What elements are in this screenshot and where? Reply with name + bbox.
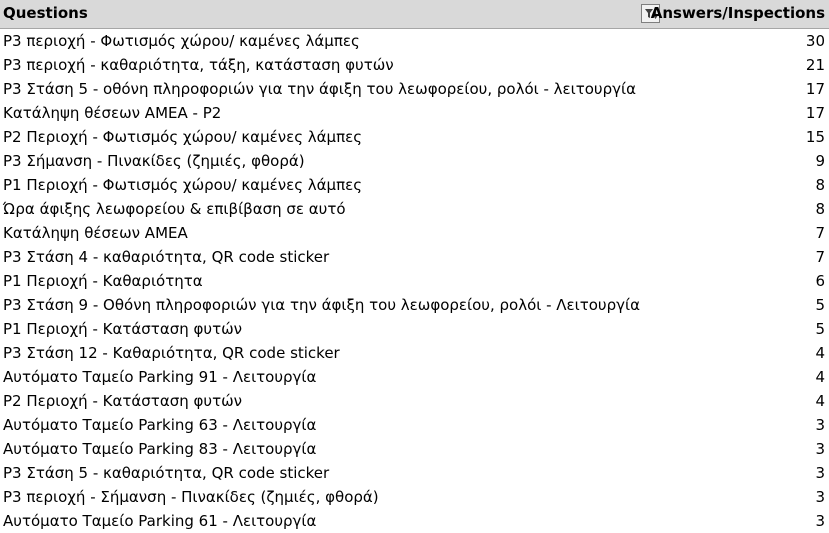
count-cell: 4	[815, 344, 825, 362]
count-cell: 17	[805, 80, 825, 98]
table-row[interactable]: P2 Περιοχή - Φωτισμός χώρου/ καμένες λάμ…	[0, 125, 829, 149]
count-cell: 3	[815, 488, 825, 506]
question-cell: P1 Περιοχή - Καθαριότητα	[3, 272, 203, 290]
question-cell: Ώρα άφιξης λεωφορείου & επιβίβαση σε αυτ…	[3, 200, 346, 218]
pivot-table: Questions Answers/Inspections P3 περιοχή…	[0, 0, 829, 533]
count-cell: 7	[815, 224, 825, 242]
count-cell: 21	[805, 56, 825, 74]
table-row[interactable]: P3 περιοχή - Σήμανση - Πινακίδες (ζημιές…	[0, 485, 829, 509]
question-cell: P3 Στάση 9 - Οθόνη πληροφοριών για την ά…	[3, 296, 640, 314]
table-row[interactable]: Αυτόματο Ταμείο Parking 91 - Λειτουργία 4	[0, 365, 829, 389]
table-row[interactable]: Αυτόματο Ταμείο Parking 63 - Λειτουργία 3	[0, 413, 829, 437]
question-cell: P3 Στάση 4 - καθαριότητα, QR code sticke…	[3, 248, 330, 266]
table-row[interactable]: Κατάληψη θέσεων ΑΜΕΑ 7	[0, 221, 829, 245]
question-cell: P2 Περιοχή - Φωτισμός χώρου/ καμένες λάμ…	[3, 128, 363, 146]
table-row[interactable]: Αυτόματο Ταμείο Parking 83 - Λειτουργία 3	[0, 437, 829, 461]
count-cell: 6	[815, 272, 825, 290]
table-row[interactable]: P2 Περιοχή - Κατάσταση φυτών 4	[0, 389, 829, 413]
question-cell: P2 Περιοχή - Κατάσταση φυτών	[3, 392, 243, 410]
question-cell: P3 Στάση 5 - οθόνη πληροφοριών για την ά…	[3, 80, 636, 98]
count-cell: 7	[815, 248, 825, 266]
table-row[interactable]: P3 περιοχή - Φωτισμός χώρου/ καμένες λάμ…	[0, 29, 829, 53]
table-row[interactable]: Ώρα άφιξης λεωφορείου & επιβίβαση σε αυτ…	[0, 197, 829, 221]
table-row[interactable]: P1 Περιοχή - Κατάσταση φυτών 5	[0, 317, 829, 341]
count-cell: 8	[815, 176, 825, 194]
count-cell: 3	[815, 512, 825, 530]
count-cell: 8	[815, 200, 825, 218]
table-row[interactable]: P1 Περιοχή - Φωτισμός χώρου/ καμένες λάμ…	[0, 173, 829, 197]
count-cell: 17	[805, 104, 825, 122]
question-cell: Αυτόματο Ταμείο Parking 91 - Λειτουργία	[3, 368, 317, 386]
table-row[interactable]: P3 Στάση 4 - καθαριότητα, QR code sticke…	[0, 245, 829, 269]
table-body: P3 περιοχή - Φωτισμός χώρου/ καμένες λάμ…	[0, 29, 829, 533]
table-row[interactable]: P3 Στάση 5 - οθόνη πληροφοριών για την ά…	[0, 77, 829, 101]
question-cell: Αυτόματο Ταμείο Parking 83 - Λειτουργία	[3, 440, 317, 458]
count-cell: 4	[815, 368, 825, 386]
answers-column-header[interactable]: Answers/Inspections	[651, 4, 825, 22]
question-cell: P1 Περιοχή - Φωτισμός χώρου/ καμένες λάμ…	[3, 176, 363, 194]
question-cell: P3 περιοχή - καθαριότητα, τάξη, κατάστασ…	[3, 56, 394, 74]
count-cell: 4	[815, 392, 825, 410]
count-cell: 9	[815, 152, 825, 170]
count-cell: 5	[815, 320, 825, 338]
table-row[interactable]: P3 Στάση 12 - Καθαριότητα, QR code stick…	[0, 341, 829, 365]
question-cell: P3 περιοχή - Φωτισμός χώρου/ καμένες λάμ…	[3, 32, 360, 50]
question-cell: Κατάληψη θέσεων ΑΜΕΑ - P2	[3, 104, 222, 122]
table-header: Questions Answers/Inspections	[0, 0, 829, 29]
question-cell: P3 Σήμανση - Πινακίδες (ζημιές, φθορά)	[3, 152, 305, 170]
table-row[interactable]: P1 Περιοχή - Καθαριότητα 6	[0, 269, 829, 293]
count-cell: 15	[805, 128, 825, 146]
question-cell: P3 Στάση 5 - καθαριότητα, QR code sticke…	[3, 464, 330, 482]
count-cell: 30	[805, 32, 825, 50]
question-cell: P3 περιοχή - Σήμανση - Πινακίδες (ζημιές…	[3, 488, 379, 506]
question-cell: P3 Στάση 12 - Καθαριότητα, QR code stick…	[3, 344, 340, 362]
question-cell: P1 Περιοχή - Κατάσταση φυτών	[3, 320, 243, 338]
table-row[interactable]: P3 Στάση 9 - Οθόνη πληροφοριών για την ά…	[0, 293, 829, 317]
questions-column-header[interactable]: Questions	[3, 4, 88, 22]
table-row[interactable]: Κατάληψη θέσεων ΑΜΕΑ - P2 17	[0, 101, 829, 125]
table-row[interactable]: P3 Σήμανση - Πινακίδες (ζημιές, φθορά) 9	[0, 149, 829, 173]
table-row[interactable]: P3 περιοχή - καθαριότητα, τάξη, κατάστασ…	[0, 53, 829, 77]
question-cell: Αυτόματο Ταμείο Parking 61 - Λειτουργία	[3, 512, 317, 530]
count-cell: 5	[815, 296, 825, 314]
count-cell: 3	[815, 464, 825, 482]
table-row[interactable]: P3 Στάση 5 - καθαριότητα, QR code sticke…	[0, 461, 829, 485]
table-row[interactable]: Αυτόματο Ταμείο Parking 61 - Λειτουργία 3	[0, 509, 829, 533]
question-cell: Κατάληψη θέσεων ΑΜΕΑ	[3, 224, 188, 242]
count-cell: 3	[815, 440, 825, 458]
count-cell: 3	[815, 416, 825, 434]
question-cell: Αυτόματο Ταμείο Parking 63 - Λειτουργία	[3, 416, 317, 434]
